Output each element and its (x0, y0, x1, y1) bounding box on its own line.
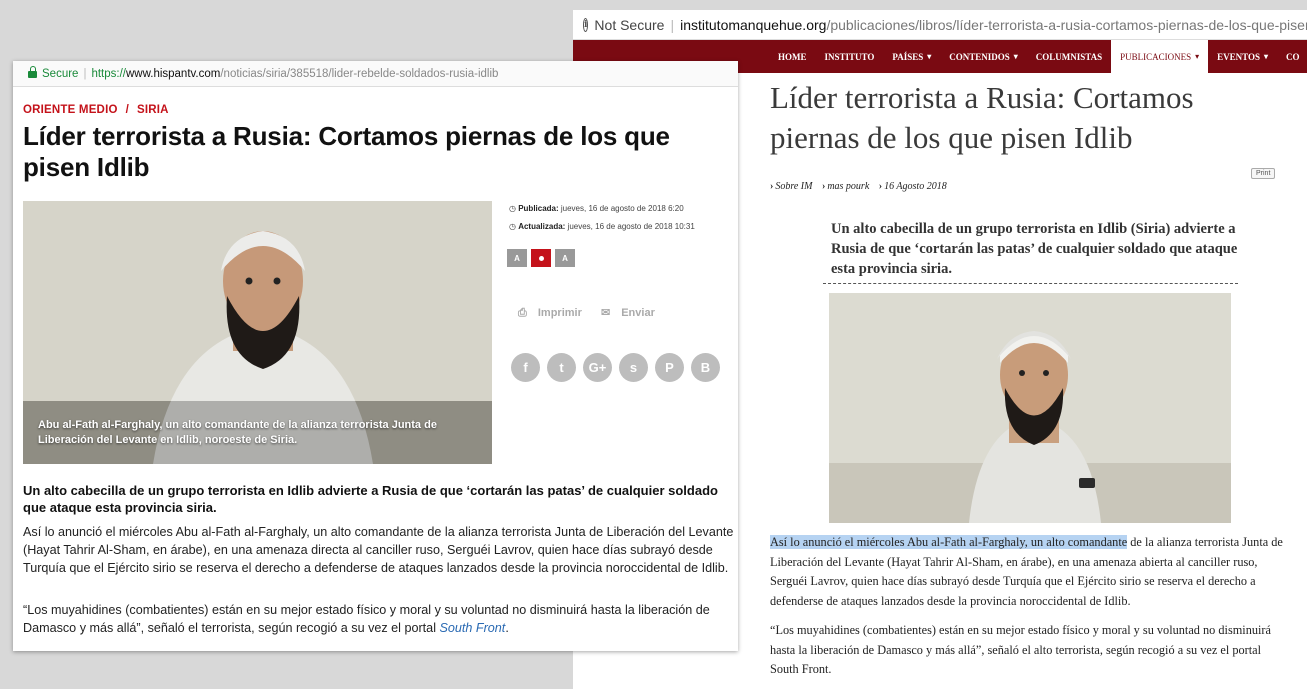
info-icon[interactable]: i (583, 17, 589, 32)
url-domain: institutomanquehue.org (680, 16, 827, 33)
address-bar[interactable]: Secure | https://www.hispantv.com/notici… (13, 61, 738, 87)
url-domain: www.hispantv.com (125, 67, 221, 80)
section-link[interactable]: ORIENTE MEDIO (23, 104, 118, 116)
nav-item-home[interactable]: HOME (769, 40, 816, 73)
envelope-icon: ✉ (600, 307, 614, 319)
man-portrait-image (829, 293, 1231, 523)
chevron-right-icon: › (770, 181, 774, 192)
photo-caption: Abu al-Fath al-Farghaly, un alto comanda… (38, 419, 437, 446)
social-share: f t G+ s P B (511, 353, 720, 382)
chevron-right-icon: › (821, 181, 826, 192)
blogger-icon[interactable]: B (691, 353, 720, 382)
pinterest-icon[interactable]: P (655, 353, 684, 382)
url-scheme: https:// (91, 67, 126, 80)
lock-icon (28, 66, 37, 78)
breadcrumb-item[interactable]: Sobre IM (775, 181, 812, 192)
updated-date: ◷ Actualizada: jueves, 16 de agosto de 2… (509, 222, 695, 231)
hispantv-window: Secure | https://www.hispantv.com/notici… (13, 61, 738, 651)
breadcrumb-item[interactable]: mas pourk (827, 181, 869, 192)
chevron-down-icon: ▾ (1264, 52, 1269, 61)
selected-text: Así lo anunció el miércoles Abu al-Fath … (770, 535, 1128, 549)
send-button[interactable]: ✉ Enviar (601, 307, 663, 319)
clock-icon: ◷ (509, 204, 519, 213)
nav-item-publicaciones[interactable]: PUBLICACIONES ▾ (1111, 40, 1209, 73)
google-plus-icon[interactable]: G+ (583, 353, 612, 382)
url-path: /publicaciones/libros/líder-terrorista-a… (826, 16, 1307, 33)
nav-item-columnistas[interactable]: COLUMNISTAS (1027, 40, 1111, 73)
article-title: Líder terrorista a Rusia: Cortamos piern… (770, 80, 1194, 155)
article-photo (829, 293, 1231, 523)
print-button[interactable]: ⎙ Imprimir (518, 307, 590, 319)
printer-icon: ⎙ (518, 307, 530, 319)
font-larger-button[interactable]: A (555, 249, 575, 267)
secure-label: Secure (42, 67, 79, 80)
nav-item-instituto[interactable]: INSTITUTO (816, 40, 884, 73)
nav-item-paises[interactable]: PAÍSES ▾ (883, 40, 940, 73)
article-title: Líder terrorista a Rusia: Cortamos piern… (23, 121, 670, 182)
article-paragraph: “Los muyahidines (combatientes) están en… (23, 603, 710, 635)
article-paragraph: “Los muyahidines (combatientes) están en… (770, 623, 1271, 676)
chevron-down-icon: ▾ (927, 52, 932, 61)
breadcrumb: › Sobre IM › mas pourk › 16 Agosto 2018 (770, 181, 954, 192)
section-breadcrumb: ORIENTE MEDIO / SIRIA (23, 104, 169, 116)
chevron-right-icon: › (878, 181, 883, 192)
not-secure-label: Not Secure (594, 16, 665, 33)
published-date: ◷ Publicada: jueves, 16 de agosto de 201… (509, 204, 684, 213)
url-path: /noticias/siria/385518/lider-rebelde-sol… (220, 67, 499, 80)
skype-icon[interactable]: s (619, 353, 648, 382)
address-bar[interactable]: i Not Secure | institutomanquehue.org /p… (573, 10, 1307, 40)
article-paragraph: Así lo anunció el miércoles Abu al-Fath … (23, 525, 734, 575)
chevron-down-icon: ▾ (1195, 52, 1200, 61)
nav-item-eventos[interactable]: EVENTOS ▾ (1208, 40, 1277, 73)
article-tools: ⎙ Imprimir ✉ Enviar (518, 306, 671, 320)
clock-icon: ◷ (509, 222, 519, 231)
facebook-icon[interactable]: f (511, 353, 540, 382)
divider (823, 283, 1238, 284)
article-photo: Abu al-Fath al-Farghaly, un alto comanda… (23, 201, 492, 464)
twitter-icon[interactable]: t (547, 353, 576, 382)
font-smaller-button[interactable]: A (507, 249, 527, 267)
font-size-controls: A A (507, 249, 575, 267)
nav-item-co[interactable]: CO (1277, 40, 1307, 73)
article-paragraph: Así lo anunció el miércoles Abu al-Fath … (770, 535, 1283, 608)
south-front-link[interactable]: South Front (440, 621, 506, 635)
breadcrumb-item: 16 Agosto 2018 (884, 181, 947, 192)
article-lead: Un alto cabecilla de un grupo terrorista… (23, 483, 718, 515)
chevron-down-icon: ▾ (1013, 52, 1018, 61)
print-button[interactable]: Print (1251, 168, 1276, 179)
article-lead: Un alto cabecilla de un grupo terrorista… (831, 221, 1238, 277)
font-reset-button[interactable] (531, 249, 551, 267)
nav-item-contenidos[interactable]: CONTENIDOS ▾ (940, 40, 1027, 73)
subsection-link[interactable]: SIRIA (137, 104, 169, 116)
